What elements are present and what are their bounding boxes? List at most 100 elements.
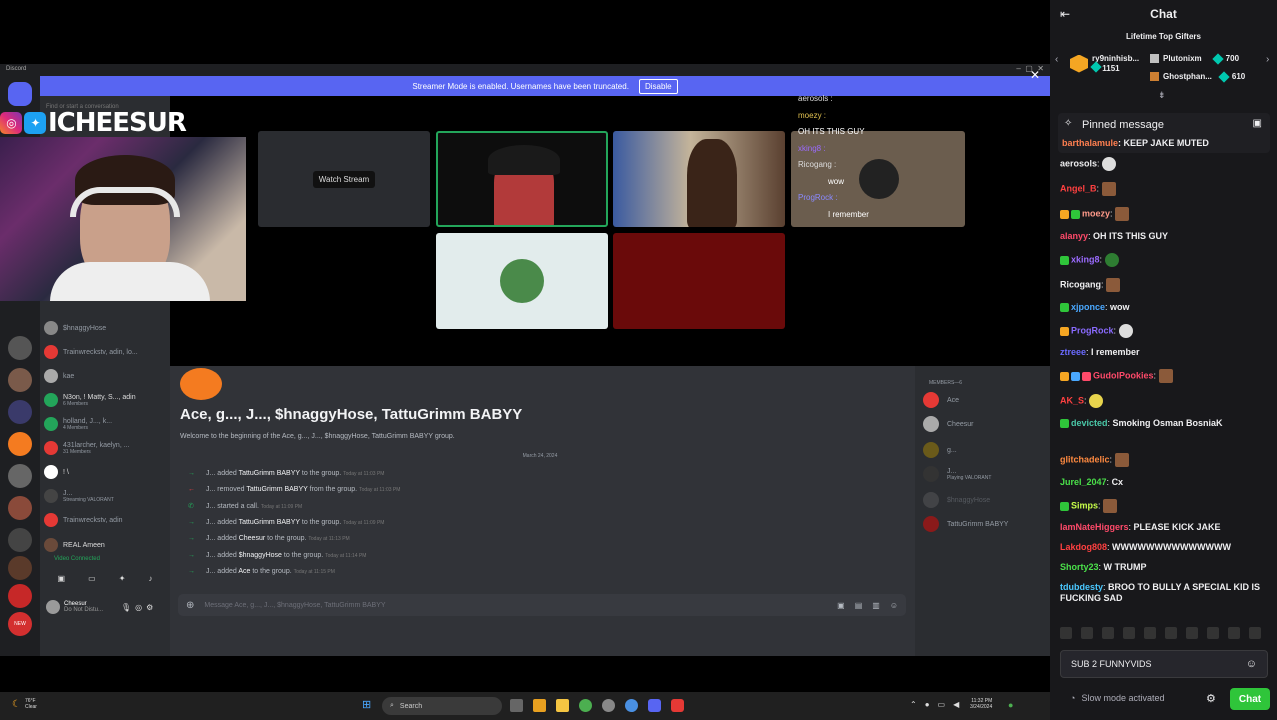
gif-icon[interactable]: ▤ bbox=[855, 601, 863, 610]
headphones-icon[interactable]: ◎ bbox=[135, 603, 142, 612]
emote[interactable] bbox=[1249, 627, 1261, 639]
dm-item[interactable]: $hnaggyHose bbox=[44, 317, 170, 339]
network-icon[interactable]: ▭ bbox=[938, 700, 946, 709]
discord-icon[interactable] bbox=[648, 699, 661, 712]
streamer-brand: ◎ ✦ ICHEESUR bbox=[0, 108, 187, 138]
discord-home-icon[interactable] bbox=[8, 82, 32, 106]
disable-button[interactable]: Disable bbox=[638, 78, 678, 94]
avatar bbox=[923, 442, 939, 458]
server-icon[interactable] bbox=[8, 464, 32, 488]
screen-share-icon[interactable]: ▭ bbox=[88, 574, 96, 588]
add-attachment-icon[interactable]: ⊕ bbox=[186, 600, 194, 611]
dm-item[interactable]: ! \ bbox=[44, 461, 170, 483]
video-tile[interactable] bbox=[613, 233, 785, 329]
close-icon[interactable]: ✕ bbox=[1030, 68, 1040, 82]
expand-icon[interactable]: ⇟ bbox=[1158, 90, 1166, 101]
dm-item[interactable]: N3on, ! Matty, S..., adin 6 Members bbox=[44, 389, 170, 411]
headphones bbox=[70, 187, 180, 217]
avatar bbox=[44, 538, 58, 552]
mic-icon[interactable]: 🎙 bbox=[121, 603, 131, 612]
member-item[interactable]: TattuGrimm BABYY bbox=[923, 516, 1008, 532]
emote[interactable] bbox=[1207, 627, 1219, 639]
emote[interactable] bbox=[1081, 627, 1093, 639]
emote[interactable] bbox=[1102, 627, 1114, 639]
stream-video: Discord – ▢ ✕ Streamer Mode is enabled. … bbox=[0, 0, 1050, 720]
emoji-icon[interactable]: ☺ bbox=[1246, 658, 1257, 670]
server-icon[interactable] bbox=[8, 400, 32, 424]
dm-chat: Ace, g..., J..., $hnaggyHose, TattuGrimm… bbox=[170, 366, 915, 656]
shirt bbox=[50, 262, 210, 301]
dm-item[interactable]: REAL Ameen bbox=[44, 534, 170, 556]
pinned-message[interactable]: ✧ Pinned message ▣ barthalamule: KEEP JA… bbox=[1058, 113, 1270, 153]
app-icon[interactable] bbox=[533, 699, 546, 712]
user-panel[interactable]: Cheesur Do Not Distu... 🎙 ◎ ⚙ bbox=[46, 600, 153, 614]
dm-item[interactable]: kae bbox=[44, 365, 170, 387]
chevron-right-icon[interactable]: › bbox=[1266, 54, 1269, 65]
server-icon[interactable] bbox=[8, 336, 32, 360]
soundboard-icon[interactable]: ♪ bbox=[148, 574, 152, 588]
dm-item[interactable]: Trainwreckstv, adin, lo... bbox=[44, 341, 170, 363]
stream-tile[interactable]: Watch Stream bbox=[258, 131, 430, 227]
taskbar-search[interactable]: ⌕ Search bbox=[382, 697, 502, 715]
badge-icon bbox=[1071, 371, 1080, 381]
dm-item[interactable]: holland, J..., k... 4 Members bbox=[44, 413, 170, 435]
emote[interactable] bbox=[1165, 627, 1177, 639]
video-tile[interactable] bbox=[613, 131, 785, 227]
member-item[interactable]: J... Playing VALORANT bbox=[923, 466, 991, 482]
emote[interactable] bbox=[1144, 627, 1156, 639]
clock[interactable]: 11:32 PM 3/24/2024 bbox=[970, 698, 992, 710]
chevron-left-icon[interactable]: ‹ bbox=[1055, 54, 1058, 65]
chrome-icon[interactable] bbox=[579, 699, 592, 712]
emote[interactable] bbox=[1228, 627, 1240, 639]
video-tile-avatar[interactable] bbox=[436, 233, 608, 329]
member-item[interactable]: Cheesur bbox=[923, 416, 973, 432]
chat-message: xjponce: wow bbox=[1060, 302, 1270, 313]
dm-item[interactable]: J... Streaming VALORANT bbox=[44, 485, 170, 507]
emoji-icon[interactable]: ☺ bbox=[890, 601, 898, 610]
lock-icon: ▣ bbox=[1252, 118, 1262, 129]
server-icon[interactable] bbox=[8, 528, 32, 552]
file-explorer-icon[interactable] bbox=[556, 699, 569, 712]
windows-start-icon[interactable]: ⊞ bbox=[362, 698, 371, 711]
task-view-icon[interactable] bbox=[510, 699, 523, 712]
camera-icon[interactable]: ▣ bbox=[58, 574, 66, 588]
server-icon[interactable] bbox=[8, 368, 32, 392]
watch-stream-button[interactable]: Watch Stream bbox=[312, 170, 376, 188]
participant-video bbox=[687, 139, 737, 227]
video-tile-speaking[interactable] bbox=[436, 131, 608, 227]
emote bbox=[1114, 453, 1129, 467]
member-item[interactable]: $hnaggyHose bbox=[923, 492, 990, 508]
emote[interactable] bbox=[1123, 627, 1135, 639]
sticker-icon[interactable]: ▥ bbox=[872, 601, 880, 610]
dm-item[interactable]: 431larcher, kaelyn, ... 31 Members bbox=[44, 437, 170, 459]
member-item[interactable]: g... bbox=[923, 442, 957, 458]
member-item[interactable]: Ace bbox=[923, 392, 959, 408]
emote[interactable] bbox=[1060, 627, 1072, 639]
volume-icon[interactable]: ◀ bbox=[953, 700, 959, 709]
chevron-up-icon[interactable]: ⌃ bbox=[910, 700, 917, 709]
dm-item[interactable]: Trainwreckstv, adin bbox=[44, 509, 170, 531]
notification-icon[interactable]: ● bbox=[1008, 700, 1013, 710]
silver-badge-icon bbox=[1150, 54, 1159, 63]
emote[interactable] bbox=[1186, 627, 1198, 639]
crown-badge-icon bbox=[1060, 326, 1069, 336]
mic-icon[interactable]: ● bbox=[925, 700, 930, 709]
gear-icon[interactable]: ⚙ bbox=[146, 603, 153, 612]
server-icon[interactable] bbox=[8, 556, 32, 580]
weather-widget[interactable]: ☾ 76°F Clear bbox=[12, 698, 37, 710]
chat-input[interactable]: SUB 2 FUNNYVIDS ☺ bbox=[1060, 650, 1268, 678]
server-icon[interactable] bbox=[8, 432, 32, 456]
message-input[interactable]: ⊕ Message Ace, g..., J..., $hnaggyHose, … bbox=[178, 594, 906, 616]
gear-icon[interactable]: ⚙ bbox=[1206, 692, 1216, 705]
avatar bbox=[923, 466, 939, 482]
activity-icon[interactable]: ✦ bbox=[119, 574, 126, 588]
gift-icon[interactable]: ▣ bbox=[837, 601, 845, 610]
app-icon[interactable] bbox=[671, 699, 684, 712]
server-icon[interactable] bbox=[8, 496, 32, 520]
obs-icon[interactable] bbox=[602, 699, 615, 712]
server-icon-new[interactable]: NEW bbox=[8, 612, 32, 636]
browser-icon[interactable] bbox=[625, 699, 638, 712]
group-welcome: Welcome to the beginning of the Ace, g..… bbox=[180, 433, 455, 440]
chat-send-button[interactable]: Chat bbox=[1230, 688, 1270, 710]
server-icon[interactable] bbox=[8, 584, 32, 608]
